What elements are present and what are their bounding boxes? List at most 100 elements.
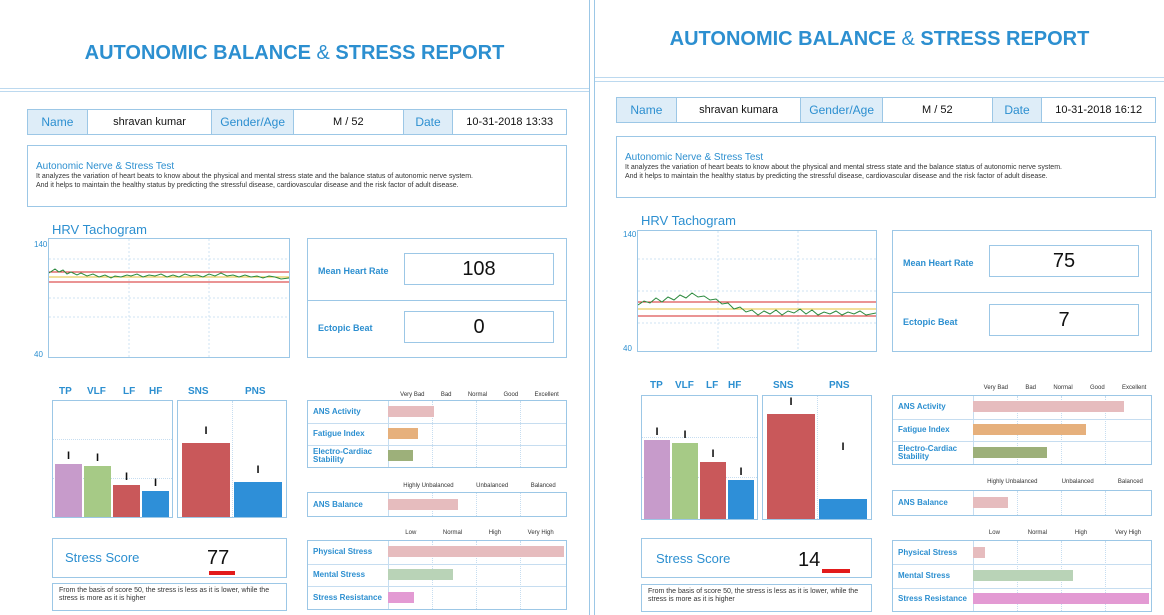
error-bar-sns: I [789, 396, 793, 408]
hrv-svg [637, 231, 877, 351]
stress-score-value: 14 [798, 549, 821, 571]
physical-stress-bar [388, 546, 564, 557]
hrv-min-label: 40 [623, 344, 632, 353]
patient-info-row: Name shravan kumar Gender/Age M / 52 Dat… [27, 109, 567, 135]
title-part-a: AUTONOMIC BALANCE [84, 42, 311, 64]
ans-bar-chart: II [762, 395, 872, 520]
mean-hr-value: 108 [404, 253, 554, 285]
stress-note: From the basis of score 50, the stress i… [52, 583, 287, 611]
fatigue-index-bar [973, 424, 1086, 435]
hrv-title: HRV Tachogram [52, 222, 147, 237]
grid-line [476, 493, 477, 516]
gender-age-label: Gender/Age [801, 98, 884, 122]
hrv-max-label: 140 [34, 240, 48, 249]
scale-label: Excellent [534, 392, 559, 398]
scale-label: Normal [467, 392, 488, 398]
bar-label-pns: PNS [829, 380, 850, 391]
ans-balance-label: ANS Balance [898, 498, 948, 507]
title-amp: & [316, 42, 330, 64]
grid-line [476, 401, 477, 467]
stress-score-value: 77 [207, 547, 230, 569]
bar-label-hf: HF [728, 380, 742, 391]
row-divider [308, 564, 566, 565]
row-divider [308, 445, 566, 446]
error-bar-hf: I [739, 466, 743, 478]
ans-activity-label: ANS Activity [898, 402, 946, 411]
mental-stress-label: Mental Stress [898, 571, 951, 580]
ans-bar-chart: II [177, 400, 287, 518]
divider [308, 300, 566, 301]
gender-age-value: M / 52 [883, 98, 993, 122]
stress-gauge: Physical Stress Mental Stress Stress Resis… [892, 540, 1152, 612]
error-bar-pns: I [841, 441, 845, 453]
row-divider [893, 441, 1151, 442]
test-desc-1: It analyzes the variation of heart beats… [36, 173, 473, 180]
name-label: Name [28, 110, 88, 134]
title-amp: & [901, 28, 915, 50]
scale-label: Unbalanced [476, 483, 509, 489]
bar-label-lf: LF [123, 386, 136, 397]
fatigue-index-label: Fatigue Index [898, 425, 950, 434]
report-title: AUTONOMIC BALANCE & STRESS REPORT [595, 28, 1164, 51]
scale-label: Good [503, 392, 519, 398]
stress-score-underline [822, 569, 850, 573]
title-part-a: AUTONOMIC BALANCE [669, 28, 896, 50]
ans-activity-gauge: ANS Activity Fatigue Index Electro-Cardiac… [307, 400, 567, 468]
stress-resistance-bar [388, 592, 414, 603]
scale-label: Good [1089, 385, 1105, 391]
bar-label-sns: SNS [188, 386, 209, 397]
scale-label: Unbalanced [1061, 479, 1094, 485]
scale-label: Balanced [1117, 479, 1143, 485]
test-desc-2: And it helps to maintain the healthy sta… [625, 173, 1048, 180]
row-divider [893, 419, 1151, 420]
bar-sns [182, 443, 230, 517]
grid-line [53, 439, 172, 440]
stress-resistance-bar [973, 593, 1149, 604]
electro-cardiac-label: Electro-Cardiac Stability [313, 447, 373, 464]
test-desc-1: It analyzes the variation of heart beats… [625, 164, 1062, 171]
metrics-panel: Mean Heart Rate 108 Ectopic Beat 0 [307, 238, 567, 358]
physical-stress-bar [973, 547, 985, 558]
stress-score-box: Stress Score 14 [641, 538, 872, 578]
ans-balance-bar [973, 497, 1008, 508]
date-value: 10-31-2018 13:33 [453, 110, 566, 134]
scale-labels-3: Low Normal High Very High [392, 530, 567, 536]
name-value: shravan kumar [87, 110, 213, 134]
bar-tp [644, 440, 670, 519]
report-left: AUTONOMIC BALANCE & STRESS REPORT Name s… [0, 0, 590, 615]
ans-balance-gauge: ANS Balance [892, 490, 1152, 516]
gender-age-value: M / 52 [294, 110, 404, 134]
scale-label: Balanced [530, 483, 556, 489]
electro-cardiac-label: Electro-Cardiac Stability [898, 444, 958, 461]
hrv-max-label: 140 [623, 230, 637, 239]
physical-stress-label: Physical Stress [313, 547, 373, 556]
stress-gauge: Physical Stress Mental Stress Stress Resis… [307, 540, 567, 610]
ans-activity-bar [388, 406, 434, 417]
scale-labels-3: Low Normal High Very High [975, 530, 1155, 536]
error-bar-vlf: I [95, 452, 100, 464]
bar-label-lf: LF [706, 380, 719, 391]
mental-stress-bar [973, 570, 1073, 581]
divider [0, 91, 589, 92]
scale-label: Highly Unbalanced [987, 479, 1038, 485]
bar-lf [113, 485, 140, 517]
error-bar-sns: I [204, 425, 208, 437]
test-description: Autonomic Nerve & Stress Test It analyze… [27, 145, 567, 207]
divider [893, 292, 1151, 293]
bar-label-tp: TP [650, 380, 663, 391]
scale-label: Normal [1053, 385, 1073, 391]
error-bar-lf: I [124, 471, 129, 483]
scale-labels-2: Highly Unbalanced Unbalanced Balanced [392, 483, 567, 489]
test-title: Autonomic Nerve & Stress Test [36, 161, 175, 172]
scale-label: High [488, 530, 502, 536]
name-value: shravan kumara [676, 98, 802, 122]
bar-label-vlf: VLF [675, 380, 694, 391]
stress-resistance-label: Stress Resistance [898, 594, 967, 603]
mean-hr-value: 75 [989, 245, 1139, 277]
scale-labels-1: Very Bad Bad Normal Good Excellent [392, 392, 567, 398]
stress-note: From the basis of score 50, the stress i… [641, 584, 872, 612]
electro-cardiac-bar [973, 447, 1047, 458]
title-part-b: STRESS REPORT [920, 28, 1090, 50]
patient-info-row: Name shravan kumara Gender/Age M / 52 Da… [616, 97, 1156, 123]
scale-label: High [1074, 530, 1088, 536]
